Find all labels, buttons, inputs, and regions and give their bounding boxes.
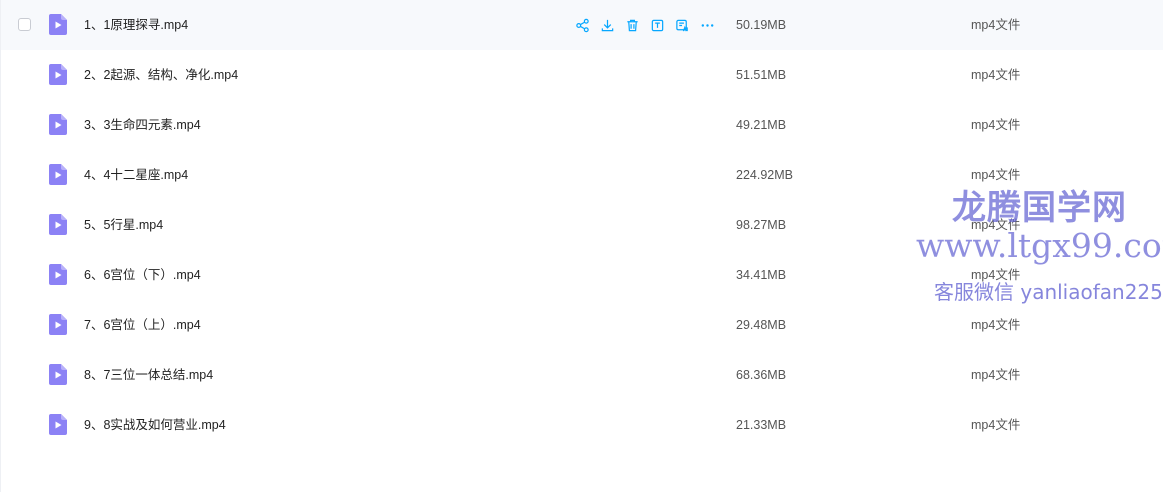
file-type: mp4文件 xyxy=(971,168,1021,182)
file-name[interactable]: 3、3生命四元素.mp4 xyxy=(84,100,201,150)
table-row[interactable]: 5、5行星.mp4 98.27MB mp4文件 xyxy=(1,200,1163,250)
file-type: mp4文件 xyxy=(971,368,1021,382)
file-type: mp4文件 xyxy=(971,318,1021,332)
file-type: mp4文件 xyxy=(971,418,1021,432)
file-list-panel: 1、1原理探寻.mp4 50.19MB mp4文件 2、2起源、结构、净化.mp… xyxy=(0,0,1163,492)
video-file-icon xyxy=(49,314,67,335)
table-row[interactable]: 8、7三位一体总结.mp4 68.36MB mp4文件 xyxy=(1,350,1163,400)
video-file-icon xyxy=(49,214,67,235)
file-size: 224.92MB xyxy=(736,168,793,182)
row-checkbox[interactable] xyxy=(18,18,31,31)
video-file-icon xyxy=(49,364,67,385)
file-name[interactable]: 2、2起源、结构、净化.mp4 xyxy=(84,50,238,100)
video-file-icon xyxy=(49,114,67,135)
file-type: mp4文件 xyxy=(971,268,1021,282)
file-type: mp4文件 xyxy=(971,68,1021,82)
video-file-icon xyxy=(49,414,67,435)
video-file-icon xyxy=(49,64,67,85)
file-size: 51.51MB xyxy=(736,68,787,82)
table-row[interactable]: 6、6宫位（下）.mp4 34.41MB mp4文件 xyxy=(1,250,1163,300)
row-actions xyxy=(575,17,715,33)
file-name[interactable]: 1、1原理探寻.mp4 xyxy=(84,0,188,50)
file-list: 1、1原理探寻.mp4 50.19MB mp4文件 2、2起源、结构、净化.mp… xyxy=(1,0,1163,450)
file-size: 29.48MB xyxy=(736,318,787,332)
download-icon[interactable] xyxy=(600,18,615,33)
table-row[interactable]: 9、8实战及如何营业.mp4 21.33MB mp4文件 xyxy=(1,400,1163,450)
file-name[interactable]: 4、4十二星座.mp4 xyxy=(84,150,188,200)
table-row[interactable]: 3、3生命四元素.mp4 49.21MB mp4文件 xyxy=(1,100,1163,150)
file-name[interactable]: 6、6宫位（下）.mp4 xyxy=(84,250,201,300)
file-size: 21.33MB xyxy=(736,418,787,432)
file-size: 50.19MB xyxy=(736,18,787,32)
file-name[interactable]: 5、5行星.mp4 xyxy=(84,200,163,250)
table-row[interactable]: 2、2起源、结构、净化.mp4 51.51MB mp4文件 xyxy=(1,50,1163,100)
more-icon[interactable] xyxy=(700,18,715,33)
file-name[interactable]: 7、6宫位（上）.mp4 xyxy=(84,300,201,350)
file-type: mp4文件 xyxy=(971,118,1021,132)
delete-icon[interactable] xyxy=(625,18,640,33)
file-name[interactable]: 9、8实战及如何营业.mp4 xyxy=(84,400,226,450)
file-name[interactable]: 8、7三位一体总结.mp4 xyxy=(84,350,213,400)
video-file-icon xyxy=(49,14,67,35)
table-row[interactable]: 4、4十二星座.mp4 224.92MB mp4文件 xyxy=(1,150,1163,200)
table-row[interactable]: 1、1原理探寻.mp4 50.19MB mp4文件 xyxy=(1,0,1163,50)
share-icon[interactable] xyxy=(575,18,590,33)
file-type: mp4文件 xyxy=(971,218,1021,232)
video-file-icon xyxy=(49,164,67,185)
table-row[interactable]: 7、6宫位（上）.mp4 29.48MB mp4文件 xyxy=(1,300,1163,350)
image-text-icon[interactable] xyxy=(675,18,690,33)
text-icon[interactable] xyxy=(650,18,665,33)
file-size: 49.21MB xyxy=(736,118,787,132)
file-size: 34.41MB xyxy=(736,268,787,282)
file-size: 68.36MB xyxy=(736,368,787,382)
file-type: mp4文件 xyxy=(971,18,1021,32)
file-size: 98.27MB xyxy=(736,218,787,232)
video-file-icon xyxy=(49,264,67,285)
